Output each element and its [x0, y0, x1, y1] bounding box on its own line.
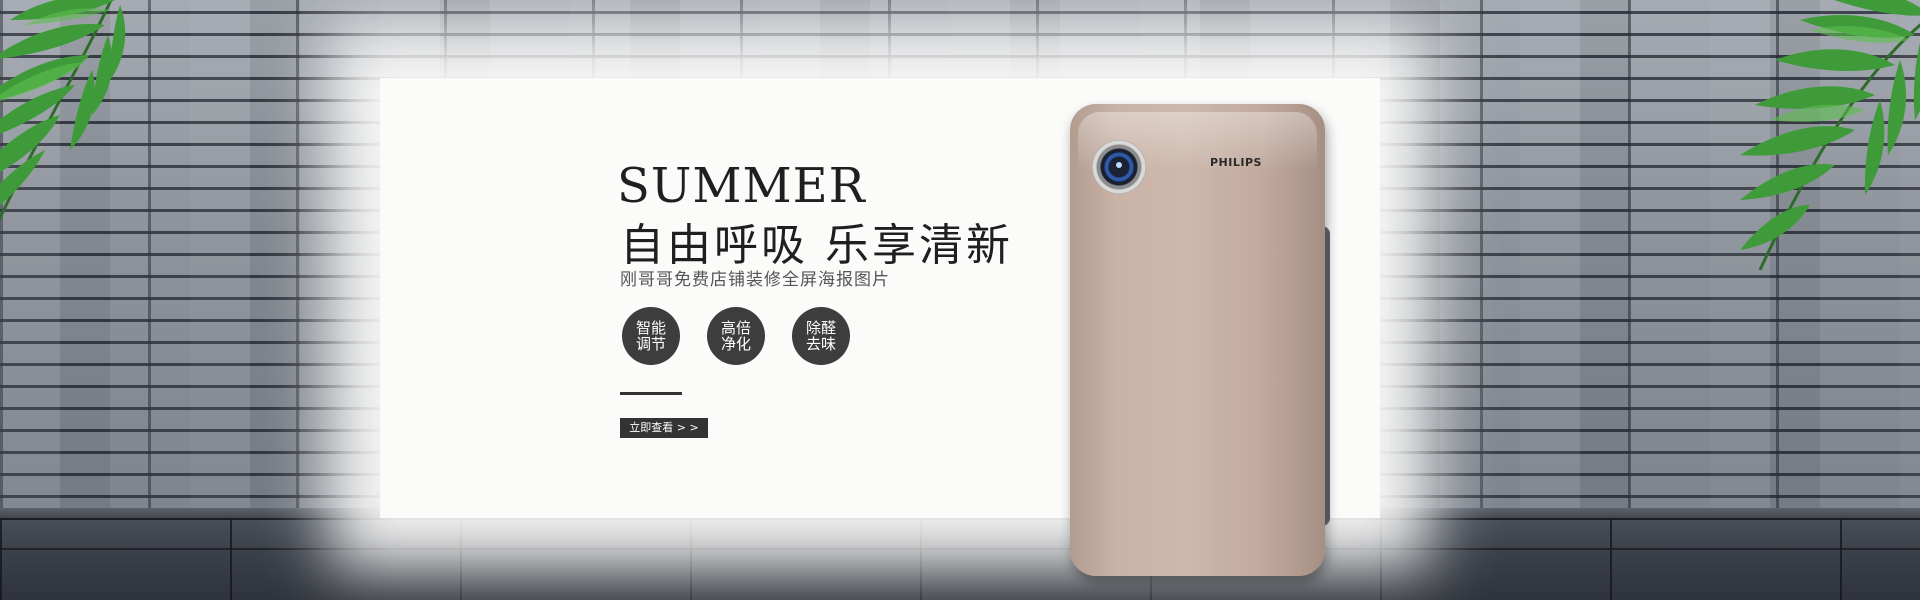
- subtitle: 刚哥哥免费店铺装修全屏海报图片: [620, 270, 890, 290]
- palm-leaf-left-icon: [0, 0, 126, 222]
- headline-chinese: 自由呼吸 乐享清新: [620, 220, 1013, 271]
- feature-label: 智能调节: [635, 319, 666, 353]
- palm-leaf-right-icon: [1740, 0, 1920, 271]
- feature-label: 高倍净化: [720, 319, 751, 353]
- headline-english: SUMMER: [617, 158, 866, 214]
- divider-line: [620, 392, 682, 395]
- brand-logo: PHILIPS: [1210, 156, 1262, 169]
- feature-badge-formaldehyde: 除醛去味: [792, 307, 850, 365]
- feature-list: 智能调节 高倍净化 除醛去味: [622, 307, 922, 367]
- feature-badge-purification: 高倍净化: [707, 307, 765, 365]
- air-purifier-product[interactable]: PHILIPS: [1060, 96, 1335, 584]
- view-now-button[interactable]: 立即查看 > >: [620, 418, 708, 438]
- feature-label: 除醛去味: [805, 319, 836, 353]
- sensor-glint: [1116, 162, 1122, 168]
- floor-lines: [0, 518, 1920, 600]
- promo-banner: SUMMER 自由呼吸 乐享清新 刚哥哥免费店铺装修全屏海报图片 智能调节 高倍…: [0, 0, 1920, 600]
- feature-badge-smart-adjust: 智能调节: [622, 307, 680, 365]
